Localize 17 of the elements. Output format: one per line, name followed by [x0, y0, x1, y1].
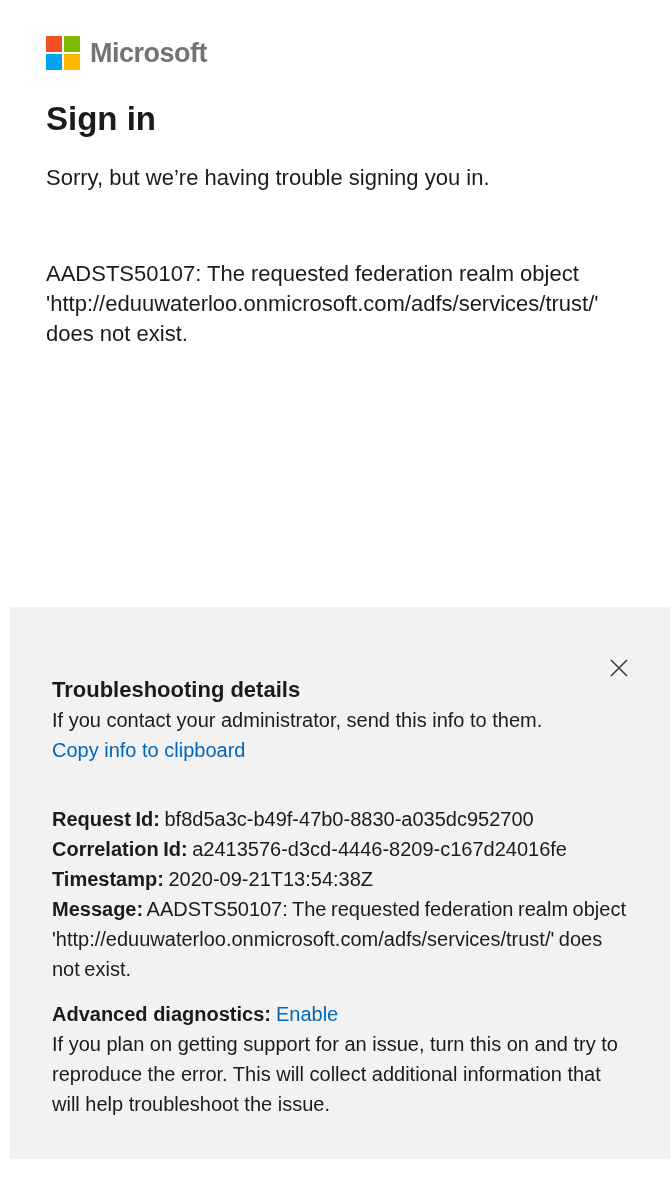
close-icon	[610, 659, 628, 677]
panel-description: If you contact your administrator, send this info to them.	[52, 708, 543, 733]
detail-line: Message: AADSTS50107: The requested federation realm object 'http://eduuwaterloo.onmicrosoft.com/adfs/services/trust/' does not exist.	[52, 897, 627, 982]
copy-info-link[interactable]: Copy info to clipboard	[52, 735, 246, 765]
error-message: AADSTS50107: The requested federation realm object 'http://eduuwaterloo.onmicrosoft.com/adfs/services/trust/' does not exist.	[46, 260, 600, 348]
enable-link[interactable]: Enable	[275, 999, 339, 1029]
panel-title: Troubleshooting details	[52, 676, 301, 704]
advanced-diagnostics-description: If you plan on getting support for an issue, turn this on and try to reproduce the error. This will collect additional information that will help troubleshoot the issue.	[52, 1032, 619, 1117]
page-title: Sign in	[46, 99, 156, 139]
detail-line: Timestamp: 2020-09-21T13:54:38Z	[52, 867, 375, 892]
detail-line: Correlation Id: a2413576-d3cd-4446-8209-c167d24016fe	[52, 837, 568, 862]
logo-wordmark: Microsoft	[90, 36, 207, 69]
detail-line: Request Id: bf8d5a3c-b49f-47b0-8830-a035dc952700	[52, 807, 535, 832]
four-squares-logo-icon	[46, 35, 80, 70]
subtitle: Sorry, but we’re having trouble signing you in.	[46, 164, 490, 192]
advanced-diagnostics-label: Advanced diagnostics:	[52, 1002, 271, 1027]
close-button[interactable]	[610, 659, 628, 677]
